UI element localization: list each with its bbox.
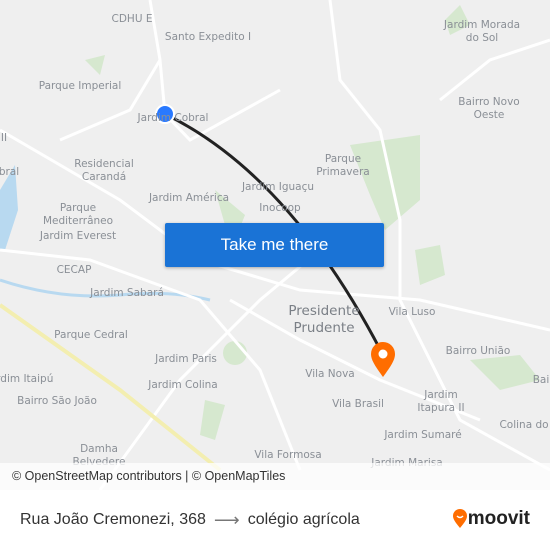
map-label: Vila Luso — [388, 306, 436, 318]
destination-text: colégio agrícola — [247, 511, 360, 528]
map-label: Jardim Itapura II — [417, 389, 465, 414]
map-label: Jardim Itaipú — [0, 373, 54, 385]
map-label: Vila Nova — [305, 368, 355, 380]
moovit-wordmark: moovit — [467, 508, 530, 529]
moovit-pin-icon — [452, 509, 467, 528]
origin-text: Rua João Cremonezi, 368 — [20, 511, 206, 528]
map-label: Residencial Carandá — [74, 158, 134, 183]
map-label: Bairro União — [445, 345, 511, 357]
map-label: II — [0, 132, 8, 144]
map-label: Santo Expedito I — [164, 31, 252, 43]
map-label: Jardim Morada do Sol — [443, 19, 521, 44]
take-me-there-button[interactable]: Take me there — [165, 223, 384, 267]
map-label: Jardim Iguaçu — [241, 181, 315, 193]
arrow-right-icon: ⟶ — [213, 509, 240, 530]
map-label: Parque Primavera — [316, 153, 370, 178]
map-attribution[interactable]: © OpenStreetMap contributors | © OpenMap… — [0, 463, 550, 490]
map-label: Parque Imperial — [38, 80, 122, 92]
map-label: Jardim Paris — [155, 353, 217, 365]
city-label: Presidente Prudente — [288, 303, 360, 336]
map-label: Jardim Sabará — [90, 287, 164, 299]
map-label: Jardim Everest — [39, 230, 117, 242]
map-label: Jardim Colina — [148, 379, 218, 391]
moovit-logo: moovit — [452, 508, 530, 530]
map-label: Bairro São João — [17, 395, 97, 407]
map-label: CDHU E — [111, 13, 153, 25]
map[interactable]: CDHU E Santo Expedito I Parque Imperial … — [0, 0, 550, 490]
map-label: Colina do — [499, 419, 549, 431]
map-label: Bairro Novo Oeste — [458, 96, 520, 121]
map-label: bral — [0, 166, 20, 178]
map-label: Jardim Cobral — [137, 112, 209, 124]
map-label: Vila Brasil — [332, 398, 384, 410]
map-label: Inocoop — [259, 202, 301, 214]
destination-pin-icon[interactable] — [371, 342, 395, 377]
map-label: Vila Formosa — [254, 449, 322, 461]
map-label: Jardim Sumaré — [384, 429, 462, 441]
map-label: Parque Mediterrâneo — [42, 202, 114, 227]
map-label: Jardim América — [148, 192, 230, 204]
map-label: Parque Cedral — [54, 329, 128, 341]
map-label: Bai — [532, 374, 550, 386]
map-label: CECAP — [56, 264, 92, 276]
